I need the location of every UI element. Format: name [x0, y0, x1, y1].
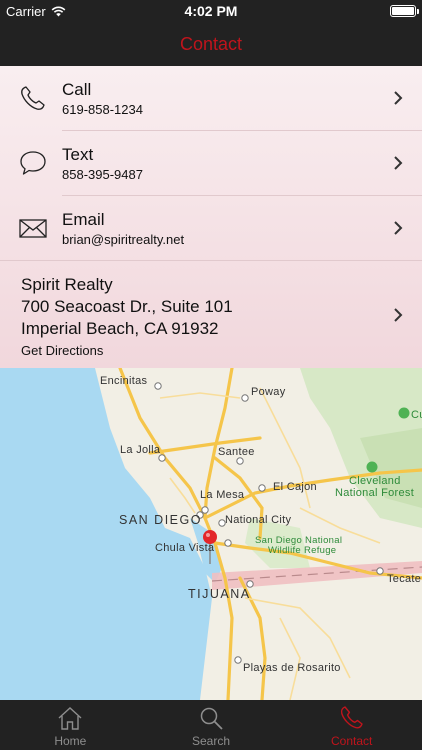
map-label: Chula Vista	[155, 542, 215, 554]
tab-contact[interactable]: Contact	[281, 700, 422, 750]
email-label: Email	[62, 209, 105, 229]
tab-home[interactable]: Home	[0, 700, 141, 750]
clock: 4:02 PM	[184, 3, 238, 19]
tab-label: Home	[54, 734, 87, 748]
map-label: Poway	[251, 386, 286, 398]
search-icon	[200, 707, 223, 730]
map-label: National Forest	[335, 487, 415, 499]
phone-icon	[21, 86, 45, 110]
text-label: Text	[62, 144, 94, 164]
phone-number: 619-858-1234	[62, 101, 143, 117]
map-label: SAN DIEGO	[119, 513, 202, 527]
map-label: Cu	[411, 409, 422, 421]
tab-label: Contact	[331, 734, 373, 748]
chevron-right-icon	[394, 91, 403, 105]
chevron-right-icon	[394, 307, 403, 322]
map-label: Santee	[218, 446, 255, 458]
map-label: La Jolla	[120, 444, 161, 456]
call-label: Call	[62, 79, 92, 99]
get-directions-link[interactable]: Get Directions	[21, 343, 233, 358]
envelope-icon	[19, 219, 47, 238]
map-label: Cleveland	[349, 475, 401, 487]
battery-icon	[390, 5, 419, 17]
email-address: brian@spiritrealty.net	[62, 231, 185, 247]
top-bar: Carrier 4:02 PM Contact	[0, 0, 422, 66]
text-number: 858-395-9487	[62, 166, 143, 182]
map-view[interactable]: Encinitas Poway La Jolla Santee La Mesa …	[0, 368, 422, 700]
email-row[interactable]: Email brian@spiritrealty.net	[0, 196, 422, 260]
chevron-right-icon	[394, 221, 403, 235]
company-name: Spirit Realty	[21, 275, 113, 294]
map-label: Playas de Rosarito	[243, 662, 341, 674]
map-label: Tecate	[387, 573, 422, 585]
home-icon	[58, 707, 82, 730]
map-label: El Cajon	[273, 481, 317, 493]
address-line-2: Imperial Beach, CA 91932	[21, 319, 219, 338]
map-label: National City	[225, 514, 292, 526]
status-bar: Carrier 4:02 PM	[0, 0, 422, 22]
call-row[interactable]: Call 619-858-1234	[0, 66, 422, 130]
contact-list: Call 619-858-1234 Text 858-395-9487 Emai…	[0, 66, 422, 368]
text-row[interactable]: Text 858-395-9487	[0, 131, 422, 195]
address-line-1: 700 Seacoast Dr., Suite 101	[21, 297, 233, 316]
tab-label: Search	[191, 734, 231, 748]
page-title: Contact	[179, 33, 243, 54]
phone-icon	[340, 706, 363, 729]
map-label: Encinitas	[100, 375, 148, 387]
map-label: Wildlife Refuge	[268, 545, 337, 556]
map-label: La Mesa	[200, 489, 245, 501]
speech-bubble-icon	[20, 151, 46, 175]
address-row[interactable]: Spirit Realty 700 Seacoast Dr., Suite 10…	[0, 261, 422, 368]
navigation-bar: Contact	[0, 22, 422, 66]
tab-bar: Home Search Contact	[0, 700, 422, 750]
tab-search[interactable]: Search	[141, 700, 282, 750]
map-label: TIJUANA	[188, 587, 251, 601]
map-graphic	[0, 368, 422, 700]
chevron-right-icon	[394, 156, 403, 170]
